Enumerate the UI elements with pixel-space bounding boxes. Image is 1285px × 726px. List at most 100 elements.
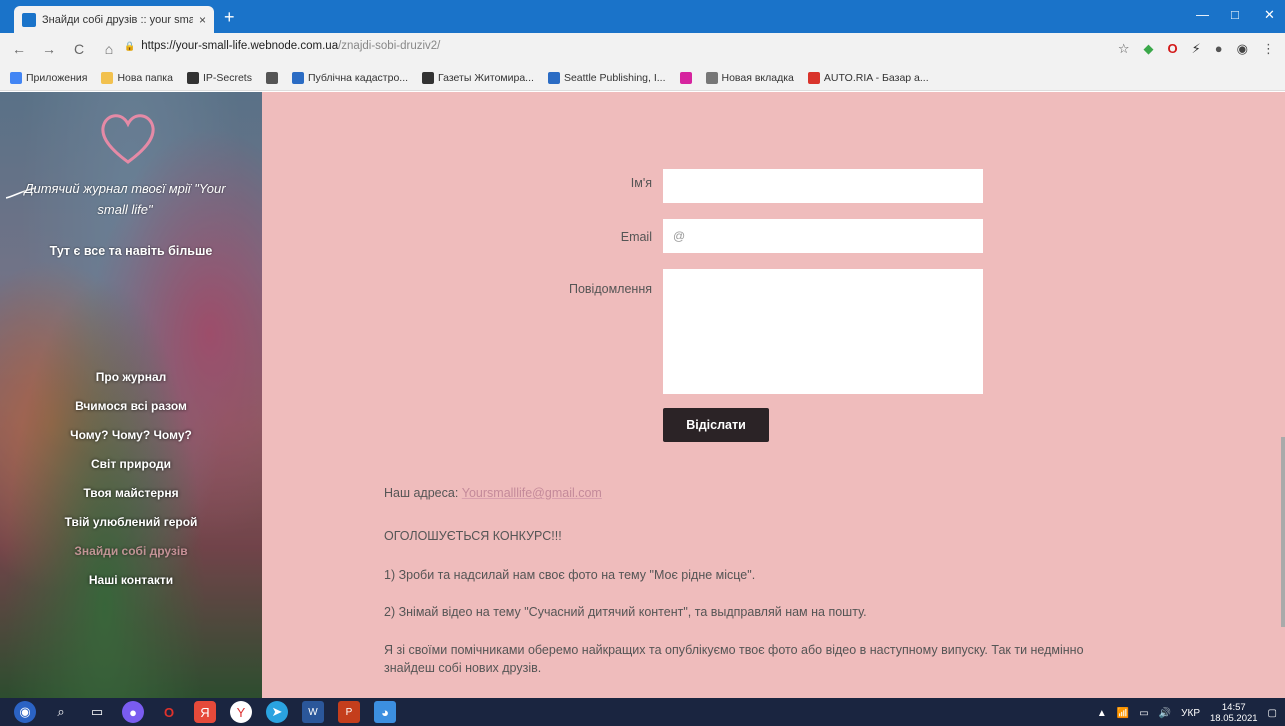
email-link[interactable]: Yoursmalllife@gmail.com: [462, 486, 602, 500]
sidebar-menu-item[interactable]: Вчимося всі разом: [0, 397, 262, 426]
word-taskbar-icon[interactable]: W: [302, 701, 324, 723]
bookmark-favicon-icon: [679, 71, 692, 84]
bookmark-item[interactable]: Новая вкладка: [705, 71, 794, 84]
email-field[interactable]: @: [663, 219, 983, 253]
profile-avatar-icon[interactable]: ◉: [1237, 41, 1248, 57]
url-host: https://your-small-life.webnode.com.ua: [141, 40, 339, 52]
address-prefix: Наш адреса:: [384, 486, 462, 500]
bookmark-favicon-icon: [186, 71, 199, 84]
opera-taskbar-icon[interactable]: O: [158, 701, 180, 723]
message-textarea[interactable]: [663, 269, 983, 394]
bookmark-star-icon[interactable]: ☆: [1118, 41, 1130, 57]
bookmark-favicon-icon: [807, 71, 820, 84]
bookmark-label: Новая вкладка: [721, 71, 794, 84]
scrollbar-thumb[interactable]: [1281, 437, 1285, 627]
shield-extension-icon[interactable]: ◆: [1144, 41, 1154, 57]
address-bar[interactable]: 🔒 https://your-small-life.webnode.com.ua/…: [124, 40, 440, 52]
contest-closing: Я зі своїми помічниками оберемо найкращи…: [384, 643, 1084, 675]
tray-chevron-icon[interactable]: ▲: [1097, 708, 1107, 719]
site-favicon-icon: [22, 12, 36, 27]
lightning-extension-icon[interactable]: ⚡: [1192, 41, 1201, 57]
back-button[interactable]: ←: [8, 41, 30, 57]
bookmark-item[interactable]: Seattle Publishing, I...: [547, 71, 666, 84]
sidebar-menu-item[interactable]: Твоя майстерня: [0, 484, 262, 513]
contest-item-1: 1) Зроби та надсилай нам своє фото на те…: [384, 568, 756, 582]
opera-extension-icon[interactable]: O: [1168, 41, 1178, 57]
bookmark-label: Газеты Житомира...: [438, 71, 534, 84]
sidebar-menu-item[interactable]: Чому? Чому? Чому?: [0, 426, 262, 455]
site-title[interactable]: Дитячий журнал твоєї мрії "Your small li…: [20, 178, 230, 220]
contest-item-2: 2) Знімай відео на тему "Сучасний дитячи…: [384, 605, 867, 619]
extension-icons: ☆ ◆ O ⚡ ● ◉ ⋮: [1118, 41, 1275, 57]
bookmark-favicon-icon: [265, 71, 278, 84]
task-view-icon[interactable]: ▭: [86, 701, 108, 723]
name-label: Ім'я: [630, 176, 652, 190]
address-line: Наш адреса: Yoursmalllife@gmail.com: [384, 484, 602, 502]
bookmark-item[interactable]: Публічна кадастро...: [291, 71, 408, 84]
page-scrollbar[interactable]: [1281, 92, 1285, 698]
yandex-browser-taskbar-icon[interactable]: Y: [230, 701, 252, 723]
reload-button[interactable]: C: [68, 41, 90, 57]
sidebar: Дитячий журнал твоєї мрії "Your small li…: [0, 92, 262, 698]
bookmark-label: AUTO.RIA - Базар а...: [823, 71, 929, 84]
name-field[interactable]: [663, 169, 983, 203]
bookmark-item[interactable]: Приложения: [10, 71, 87, 84]
site-tagline: Тут є все та навіть більше: [49, 244, 213, 258]
search-icon[interactable]: ⌕: [50, 701, 72, 723]
network-icon[interactable]: 📶: [1117, 708, 1129, 719]
telegram-taskbar-icon[interactable]: ➤: [266, 701, 288, 723]
bookmark-item[interactable]: [679, 71, 692, 84]
sidebar-menu-item[interactable]: Про журнал: [0, 368, 262, 397]
bookmark-favicon-icon: [101, 71, 114, 84]
bookmark-item[interactable]: IP-Secrets: [186, 71, 252, 84]
clock-time: 14:57: [1221, 702, 1246, 713]
bookmarks-bar: Приложения Нова папка IP-Secrets Публічна к…: [0, 65, 1285, 91]
tab-close-icon[interactable]: ×: [199, 13, 206, 27]
bookmark-item[interactable]: Газеты Житомира...: [422, 71, 534, 84]
bookmark-item[interactable]: [265, 71, 278, 84]
bookmark-item[interactable]: Нова папка: [101, 71, 173, 84]
bookmark-item[interactable]: AUTO.RIA - Базар а...: [807, 71, 929, 84]
powerpoint-taskbar-icon[interactable]: P: [338, 701, 360, 723]
battery-icon[interactable]: ▭: [1139, 708, 1148, 719]
notifications-icon[interactable]: ▢: [1268, 708, 1277, 719]
chrome-taskbar-icon[interactable]: ◕: [374, 701, 396, 723]
minimize-button[interactable]: —: [1196, 7, 1209, 22]
start-button-icon[interactable]: ◉: [14, 701, 36, 723]
bookmark-favicon-icon: [422, 71, 435, 84]
maximize-button[interactable]: □: [1231, 7, 1239, 22]
bookmark-favicon-icon: [10, 71, 22, 84]
clock[interactable]: 14:57 18.05.2021: [1210, 702, 1258, 724]
bookmark-label: Seattle Publishing, I...: [563, 71, 666, 84]
browser-tab-bar: Знайди собі друзів :: your small × + — □…: [0, 0, 1285, 33]
message-label: Повідомлення: [568, 282, 652, 296]
sidebar-menu-item[interactable]: Знайди собі друзів: [0, 542, 262, 571]
sidebar-menu: Про журнал Вчимося всі разом Чому? Чому? Ч…: [0, 368, 262, 600]
yandex-taskbar-icon[interactable]: Я: [194, 701, 216, 723]
bookmark-label: IP-Secrets: [202, 71, 252, 84]
browser-tab[interactable]: Знайди собі друзів :: your small ×: [14, 6, 214, 33]
lock-icon: 🔒: [124, 41, 136, 51]
clock-date: 18.05.2021: [1210, 713, 1258, 724]
sidebar-menu-item[interactable]: Світ природи: [0, 455, 262, 484]
address-toolbar: ← → C ⌂ 🔒 https://your-small-life.webnode…: [0, 33, 1285, 65]
tab-title: Знайди собі друзів :: your small: [42, 13, 193, 26]
new-tab-button[interactable]: +: [224, 8, 235, 26]
app-icon-1[interactable]: ●: [122, 701, 144, 723]
language-indicator[interactable]: УКР: [1181, 708, 1200, 719]
send-button[interactable]: Відіслати: [663, 408, 769, 442]
sidebar-menu-item[interactable]: Твій улюблений герой: [0, 513, 262, 542]
window-close-button[interactable]: ✕: [1264, 7, 1275, 23]
volume-icon[interactable]: 🔊: [1159, 708, 1171, 719]
web-page: Дитячий журнал твоєї мрії "Your small li…: [0, 92, 1285, 698]
puzzle-extension-icon[interactable]: ●: [1215, 41, 1223, 57]
home-button[interactable]: ⌂: [98, 41, 120, 57]
main-content: Ім'я Email @ Повідомлення Відіслати Наш …: [262, 92, 1282, 698]
sidebar-menu-item[interactable]: Наші контакти: [0, 571, 262, 600]
contest-announcement: ОГОЛОШУЄТЬСЯ КОНКУРС!!!: [384, 529, 562, 543]
forward-button[interactable]: →: [38, 41, 60, 57]
heart-logo-icon[interactable]: [96, 106, 160, 170]
bookmark-favicon-icon: [705, 71, 718, 84]
menu-dots-icon[interactable]: ⋮: [1262, 41, 1275, 57]
email-label: Email: [620, 230, 652, 244]
